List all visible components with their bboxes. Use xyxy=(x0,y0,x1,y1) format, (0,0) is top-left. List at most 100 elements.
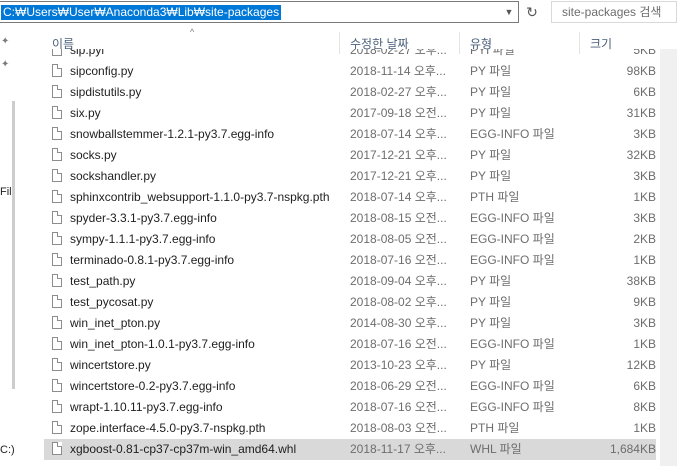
file-name: wincertstore-0.2-py3.7.egg-info xyxy=(70,379,236,393)
file-size: 6KB xyxy=(633,379,656,393)
file-type: EGG-INFO 파일 xyxy=(470,211,555,225)
pin-icon[interactable]: ✦ xyxy=(1,36,13,48)
file-icon xyxy=(52,49,62,56)
file-size: 9KB xyxy=(633,295,656,309)
file-row[interactable]: sip.pyi 2018-02-27 오후... PYI 파일 5KB xyxy=(44,49,656,61)
file-size: 1KB xyxy=(633,337,656,351)
file-modified-date: 2018-07-14 오후... xyxy=(350,127,447,141)
file-modified-date: 2014-08-30 오후... xyxy=(350,316,447,330)
file-modified-date: 2017-09-18 오전... xyxy=(350,106,447,120)
nav-item-label[interactable]: C:) xyxy=(0,444,15,456)
file-list: sip.pyi 2018-02-27 오후... PYI 파일 5KB sipconfi… xyxy=(44,49,656,466)
file-name: terminado-0.8.1-py3.7.egg-info xyxy=(70,253,235,267)
file-row[interactable]: sockshandler.py 2017-12-21 오후... PY 파일 3KB xyxy=(44,166,656,187)
file-modified-date: 2018-07-14 오후... xyxy=(350,190,447,204)
file-size: 6KB xyxy=(633,85,656,99)
file-icon xyxy=(52,106,62,119)
chevron-down-icon[interactable]: ▼ xyxy=(502,5,516,19)
file-icon xyxy=(52,358,62,371)
nav-scrollbar[interactable] xyxy=(12,101,15,389)
file-modified-date: 2017-12-21 오후... xyxy=(350,169,447,183)
file-icon xyxy=(52,295,62,308)
file-row[interactable]: sphinxcontrib_websupport-1.1.0-py3.7-nsp… xyxy=(44,187,656,208)
file-name: test_pycosat.py xyxy=(70,295,154,309)
file-type: PYI 파일 xyxy=(470,49,515,57)
file-icon xyxy=(52,253,62,266)
file-row[interactable]: sipdistutils.py 2018-02-27 오후... PY 파일 6KB xyxy=(44,82,656,103)
file-row[interactable]: win_inet_pton.py 2014-08-30 오후... PY 파일 3KB xyxy=(44,313,656,334)
address-bar[interactable]: C:₩Users₩User₩Anaconda3₩Lib₩site-package… xyxy=(0,1,519,23)
file-row[interactable]: spyder-3.3.1-py3.7.egg-info 2018-08-15 오전… xyxy=(44,208,656,229)
file-icon xyxy=(52,316,62,329)
file-icon xyxy=(52,400,62,413)
file-name: win_inet_pton.py xyxy=(70,316,161,330)
file-row[interactable]: socks.py 2017-12-21 오후... PY 파일 32KB xyxy=(44,145,656,166)
file-modified-date: 2018-07-16 오전... xyxy=(350,337,447,351)
pin-icon[interactable]: ✦ xyxy=(1,59,13,71)
file-modified-date: 2018-02-27 오후... xyxy=(350,49,447,57)
file-icon xyxy=(52,85,62,98)
file-modified-date: 2018-11-17 오후... xyxy=(350,442,446,456)
address-path[interactable]: C:₩Users₩User₩Anaconda3₩Lib₩site-package… xyxy=(1,5,282,20)
file-icon xyxy=(52,64,62,77)
file-row[interactable]: sympy-1.1.1-py3.7.egg-info 2018-08-05 오전.… xyxy=(44,229,656,250)
file-size: 5KB xyxy=(633,49,656,57)
file-name: test_path.py xyxy=(70,274,136,288)
file-modified-date: 2018-07-16 오전... xyxy=(350,400,447,414)
file-row[interactable]: six.py 2017-09-18 오전... PY 파일 31KB xyxy=(44,103,656,124)
file-size: 38KB xyxy=(626,274,656,288)
file-row[interactable]: zope.interface-4.5.0-py3.7-nspkg.pth 2018… xyxy=(44,418,656,439)
file-row[interactable]: wincertstore-0.2-py3.7.egg-info 2018-06-2… xyxy=(44,376,656,397)
file-icon xyxy=(52,169,62,182)
file-name: sockshandler.py xyxy=(70,169,157,183)
file-type: PY 파일 xyxy=(470,169,512,183)
file-modified-date: 2013-10-23 오후... xyxy=(350,358,447,372)
search-placeholder: site-packages 검색 xyxy=(562,5,662,19)
file-row[interactable]: test_path.py 2018-09-04 오후... PY 파일 38KB xyxy=(44,271,656,292)
file-modified-date: 2018-07-16 오전... xyxy=(350,253,447,267)
file-size: 8KB xyxy=(633,400,656,414)
file-row[interactable]: snowballstemmer-1.2.1-py3.7.egg-info 2018… xyxy=(44,124,656,145)
file-row[interactable]: win_inet_pton-1.0.1-py3.7.egg-info 2018-0… xyxy=(44,334,656,355)
file-modified-date: 2017-12-21 오후... xyxy=(350,148,447,162)
file-name: sipdistutils.py xyxy=(70,85,142,99)
file-size: 1KB xyxy=(633,253,656,267)
file-row[interactable]: test_pycosat.py 2018-08-02 오후... PY 파일 9KB xyxy=(44,292,656,313)
file-modified-date: 2018-08-05 오전... xyxy=(350,232,447,246)
file-name: sphinxcontrib_websupport-1.1.0-py3.7-nsp… xyxy=(70,190,330,204)
file-type: PTH 파일 xyxy=(470,190,520,204)
file-row[interactable]: wrapt-1.10.11-py3.7.egg-info 2018-07-16 오… xyxy=(44,397,656,418)
file-name: wrapt-1.10.11-py3.7.egg-info xyxy=(70,400,223,414)
file-modified-date: 2018-08-15 오전... xyxy=(350,211,447,225)
file-modified-date: 2018-08-02 오후... xyxy=(350,295,447,309)
search-input[interactable]: site-packages 검색 xyxy=(551,1,677,23)
refresh-icon[interactable]: ↻ xyxy=(521,1,543,23)
file-name: wincertstore.py xyxy=(70,358,151,372)
file-name: six.py xyxy=(70,106,101,120)
file-row[interactable]: sipconfig.py 2018-11-14 오후... PY 파일 98KB xyxy=(44,61,656,82)
file-row[interactable]: terminado-0.8.1-py3.7.egg-info 2018-07-16… xyxy=(44,250,656,271)
file-icon xyxy=(52,337,62,350)
file-type: PY 파일 xyxy=(470,295,512,309)
file-modified-date: 2018-08-03 오전... xyxy=(350,421,447,435)
file-icon xyxy=(52,148,62,161)
file-name: zope.interface-4.5.0-py3.7-nspkg.pth xyxy=(70,421,266,435)
file-type: WHL 파일 xyxy=(470,442,522,456)
file-size: 3KB xyxy=(633,211,656,225)
file-row[interactable]: wincertstore.py 2013-10-23 오후... PY 파일 12KB xyxy=(44,355,656,376)
file-icon xyxy=(52,190,62,203)
file-size: 2KB xyxy=(633,232,656,246)
file-size: 3KB xyxy=(633,127,656,141)
file-type: EGG-INFO 파일 xyxy=(470,127,555,141)
file-type: PY 파일 xyxy=(470,148,512,162)
file-row[interactable]: xgboost-0.81-cp37-cp37m-win_amd64.whl 201… xyxy=(44,439,656,460)
file-size: 12KB xyxy=(626,358,656,372)
sort-ascending-icon: ^ xyxy=(190,27,195,37)
vertical-scrollbar[interactable] xyxy=(660,49,677,466)
file-name: snowballstemmer-1.2.1-py3.7.egg-info xyxy=(70,127,275,141)
file-modified-date: 2018-09-04 오후... xyxy=(350,274,447,288)
file-icon xyxy=(52,232,62,245)
file-type: PY 파일 xyxy=(470,358,512,372)
nav-item-label[interactable]: Fil xyxy=(0,186,12,198)
address-row: C:₩Users₩User₩Anaconda3₩Lib₩site-package… xyxy=(0,0,677,26)
